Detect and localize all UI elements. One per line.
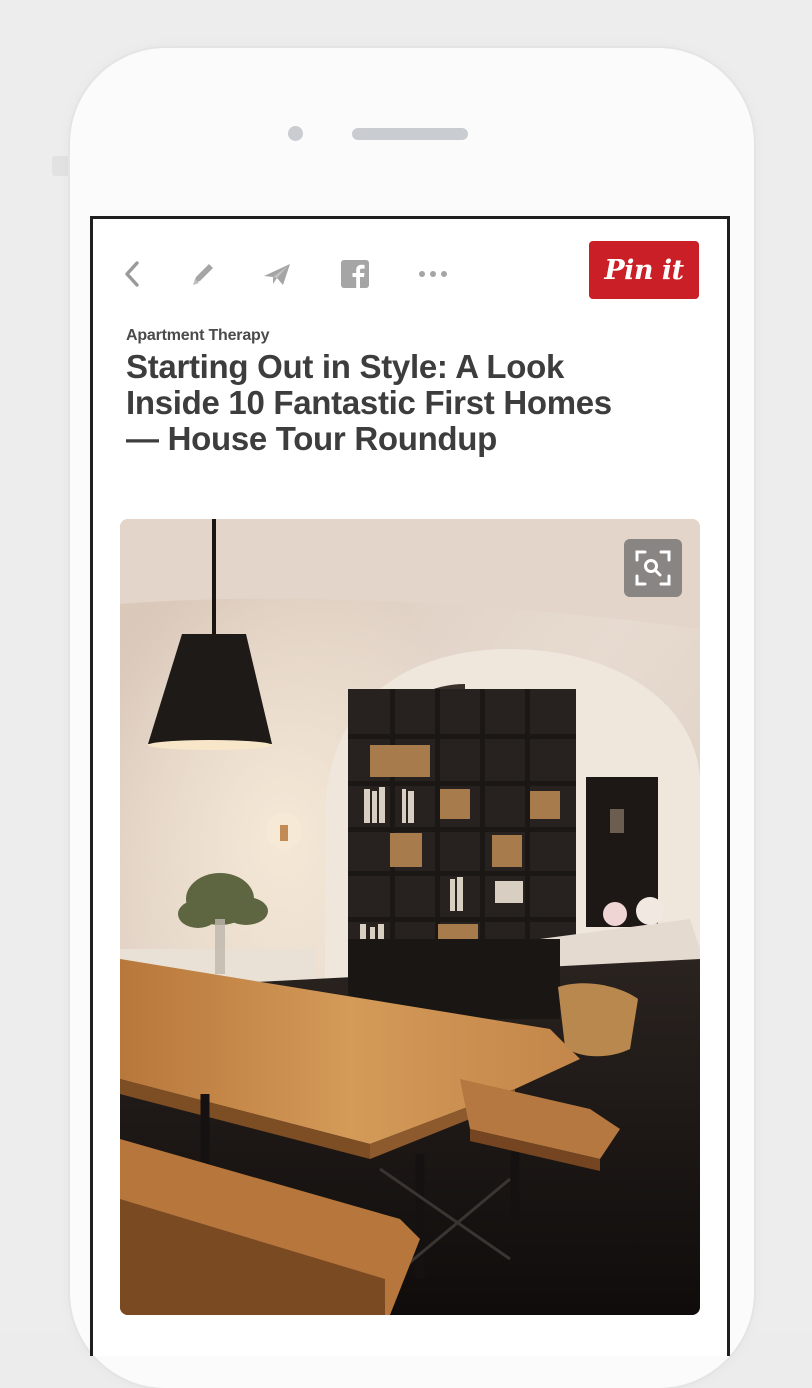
- pin-image[interactable]: [120, 519, 700, 1315]
- pin-it-button[interactable]: Pin it: [589, 241, 699, 299]
- pin-source[interactable]: Apartment Therapy: [126, 327, 269, 345]
- phone-frame: Pin it Apartment Therapy Starting Out in…: [70, 48, 754, 1388]
- facebook-icon[interactable]: [338, 257, 372, 291]
- phone-camera: [288, 126, 303, 141]
- more-icon[interactable]: [416, 257, 450, 291]
- back-icon[interactable]: [115, 257, 149, 291]
- background: Pin it Apartment Therapy Starting Out in…: [0, 0, 812, 1388]
- visual-search-button[interactable]: [624, 539, 682, 597]
- pin-toolbar: Pin it: [93, 219, 727, 315]
- phone-side-button: [52, 156, 70, 176]
- pin-it-label: Pin it: [604, 254, 684, 286]
- send-icon[interactable]: [260, 257, 294, 291]
- pin-title: Starting Out in Style: A Look Inside 10 …: [126, 348, 612, 457]
- edit-icon[interactable]: [186, 257, 220, 291]
- phone-screen: Pin it Apartment Therapy Starting Out in…: [90, 216, 730, 1356]
- phone-speaker: [352, 128, 468, 140]
- visual-search-icon: [635, 550, 671, 586]
